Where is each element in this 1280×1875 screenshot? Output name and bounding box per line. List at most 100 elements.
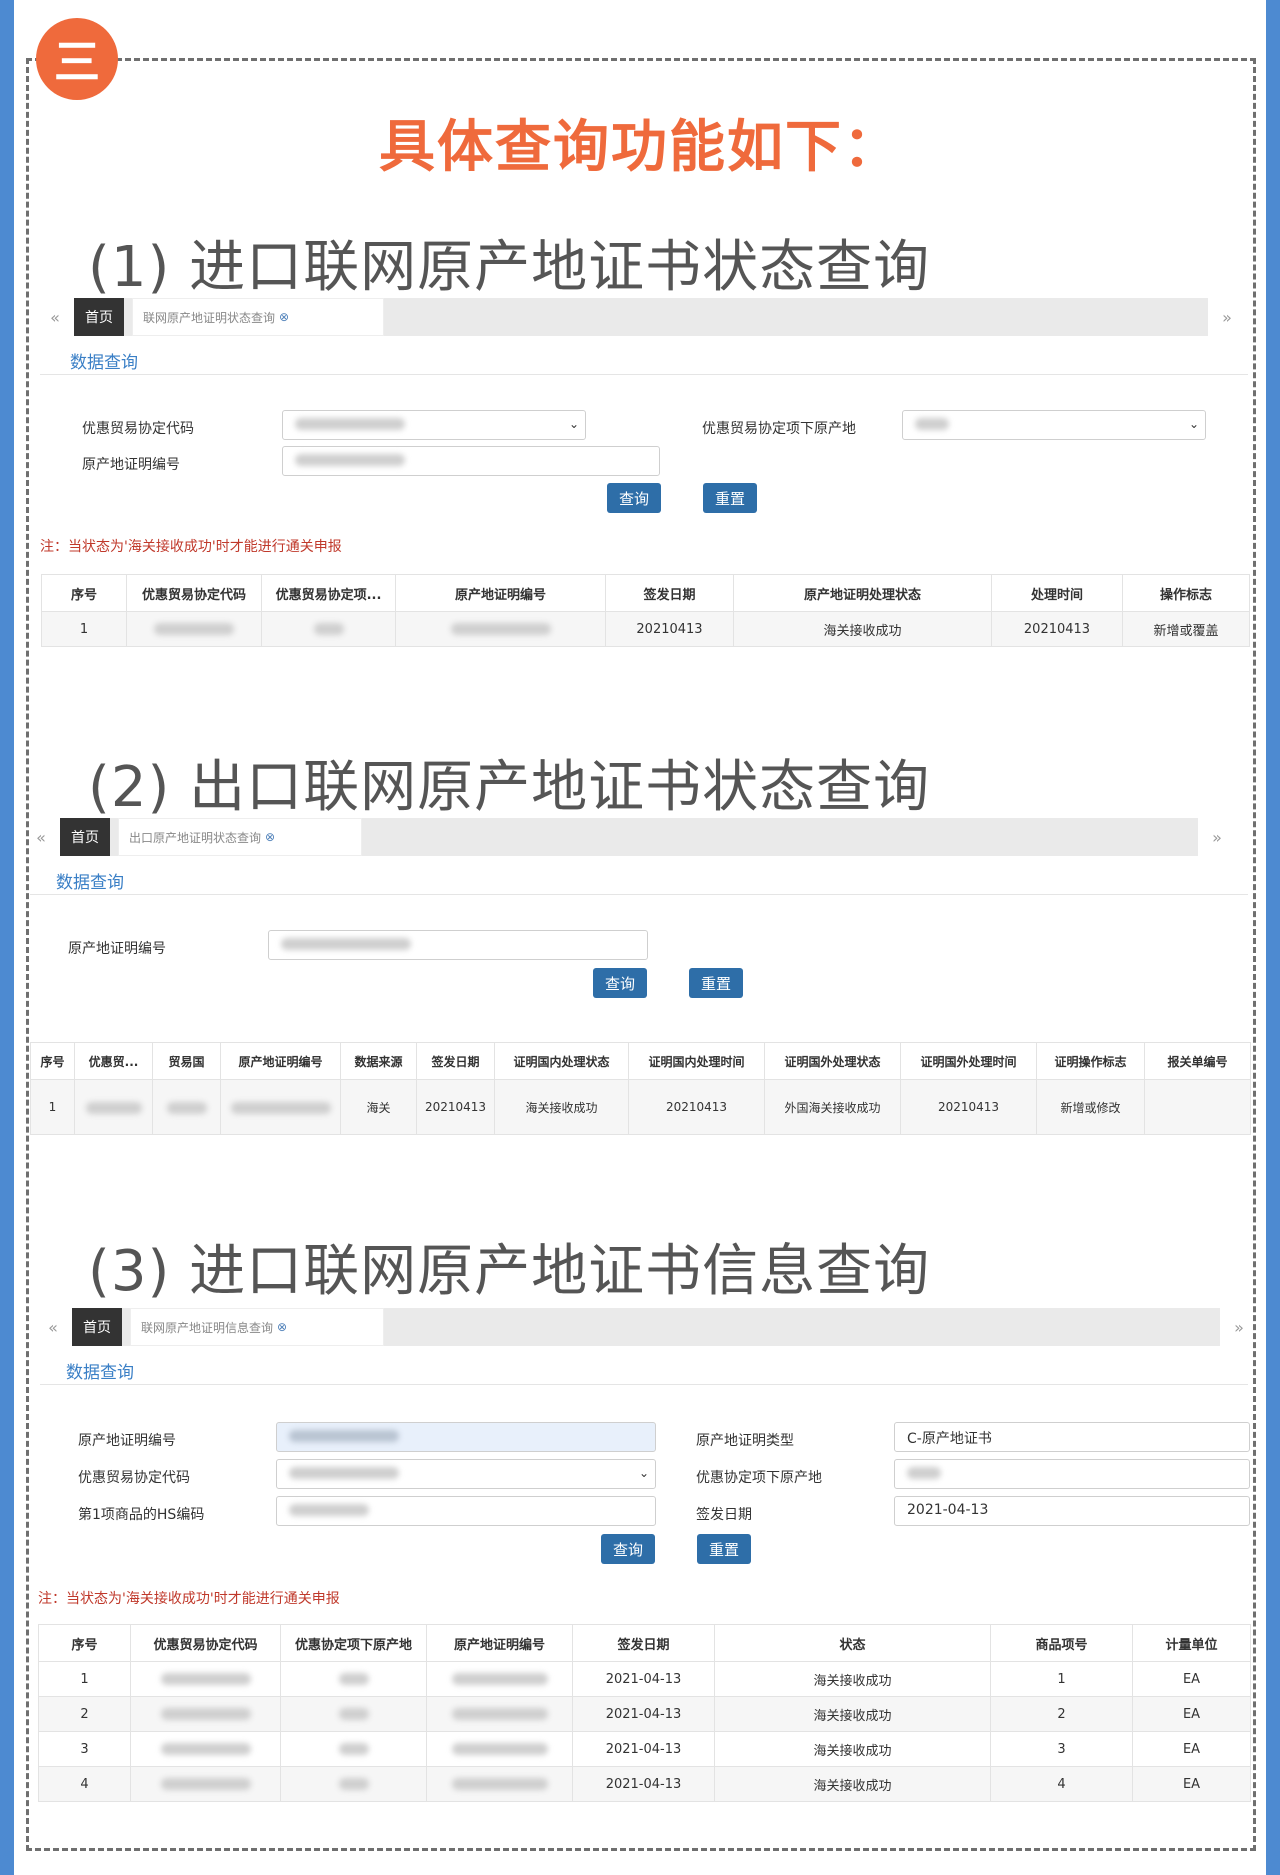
chevron-down-icon: ⌄ [1188, 417, 1199, 431]
tab-page-import-info[interactable]: 联网原产地证明信息查询 ⊗ [130, 1308, 384, 1346]
cell-status: 海关接收成功 [714, 1766, 991, 1802]
table-row[interactable]: 2 2021-04-13 海关接收成功 2 EA [38, 1696, 1251, 1732]
table-row[interactable]: 1 2021-04-13 海关接收成功 1 EA [38, 1661, 1251, 1697]
reset-button[interactable]: 重置 [703, 483, 757, 513]
column-header: 原产地证明处理状态 [733, 574, 992, 612]
query-button[interactable]: 查询 [593, 968, 647, 998]
cell-no: 2 [38, 1696, 131, 1732]
origin-under-label: 优惠协定项下原产地 [696, 1470, 822, 1486]
cell-no: 3 [38, 1731, 131, 1767]
data-query-link[interactable]: 数据查询 [70, 348, 138, 373]
column-header: 处理时间 [991, 574, 1123, 612]
cell-blurred [426, 1766, 573, 1802]
step-badge: 三 [36, 18, 118, 100]
hs-code-label: 第1项商品的HS编码 [78, 1507, 205, 1523]
cert-no-label: 原产地证明编号 [82, 457, 180, 473]
tab-prev-icon[interactable]: « [42, 1318, 64, 1337]
tab-prev-icon[interactable]: « [44, 308, 66, 327]
cell-blurred [280, 1696, 427, 1732]
cell-unit: EA [1132, 1661, 1251, 1697]
tab-home[interactable]: 首页 [60, 818, 110, 856]
section1-title: (1) 进口联网原产地证书状态查询 [88, 235, 931, 300]
cell-status: 海关接收成功 [714, 1696, 991, 1732]
cell-dom-time: 20210413 [628, 1079, 765, 1135]
tab-bar: 首页 联网原产地证明信息查询 ⊗ [72, 1308, 1220, 1346]
tab-page-export-status[interactable]: 出口原产地证明状态查询 ⊗ [118, 818, 362, 856]
tab-bar: 首页 出口原产地证明状态查询 ⊗ [60, 818, 1198, 856]
column-header: 商品项号 [990, 1624, 1133, 1662]
column-header: 优惠协定项下原产地 [280, 1624, 427, 1662]
cell-for-status: 外国海关接收成功 [764, 1079, 901, 1135]
cell-time: 20210413 [991, 611, 1123, 647]
cell-unit: EA [1132, 1696, 1251, 1732]
column-header: 序号 [38, 1624, 131, 1662]
cell-blurred [261, 611, 396, 647]
tab-next-icon[interactable]: » [1228, 1318, 1250, 1337]
column-header: 优惠贸... [74, 1042, 153, 1080]
cell-blurred [74, 1079, 153, 1135]
origin-under-agreement-select[interactable]: ⌄ [902, 410, 1206, 440]
cell-dom-status: 海关接收成功 [494, 1079, 629, 1135]
cell-sign-date: 20210413 [416, 1079, 495, 1135]
table-row[interactable]: 1 20210413 海关接收成功 20210413 新增或覆盖 [41, 611, 1250, 647]
cell-blurred [280, 1766, 427, 1802]
query-button[interactable]: 查询 [607, 483, 661, 513]
column-header: 证明国外处理状态 [764, 1042, 901, 1080]
tab-next-icon[interactable]: » [1216, 308, 1238, 327]
tab-home[interactable]: 首页 [72, 1308, 122, 1346]
tab-next-icon[interactable]: » [1206, 828, 1228, 847]
table-row[interactable]: 4 2021-04-13 海关接收成功 4 EA [38, 1766, 1251, 1802]
cell-status: 海关接收成功 [733, 611, 992, 647]
sign-date-input[interactable]: 2021-04-13 [894, 1496, 1250, 1526]
column-header: 操作标志 [1122, 574, 1250, 612]
column-header: 数据来源 [340, 1042, 417, 1080]
divider [30, 894, 1248, 895]
agreement-code-select[interactable]: ⌄ [276, 1459, 656, 1489]
column-header: 证明操作标志 [1036, 1042, 1145, 1080]
hs-code-input[interactable] [276, 1496, 656, 1526]
cell-blurred [152, 1079, 221, 1135]
cert-no-input[interactable] [268, 930, 648, 960]
cell-blurred [130, 1766, 281, 1802]
cert-no-input[interactable] [282, 446, 660, 476]
column-header: 证明国内处理状态 [494, 1042, 629, 1080]
close-icon[interactable]: ⊗ [279, 310, 289, 324]
cell-blurred [280, 1661, 427, 1697]
table-header-row: 序号 优惠贸易协定代码 优惠贸易协定项... 原产地证明编号 签发日期 原产地证… [41, 574, 1250, 612]
cell-date: 2021-04-13 [572, 1696, 715, 1732]
close-icon[interactable]: ⊗ [277, 1320, 287, 1334]
query-button[interactable]: 查询 [601, 1534, 655, 1564]
column-header: 原产地证明编号 [426, 1624, 573, 1662]
tab-bar: 首页 联网原产地证明状态查询 ⊗ [74, 298, 1208, 336]
cell-item: 4 [990, 1766, 1133, 1802]
agreement-code-select[interactable]: ⌄ [282, 410, 586, 440]
cell-no: 1 [30, 1079, 75, 1135]
column-header: 签发日期 [605, 574, 734, 612]
close-icon[interactable]: ⊗ [265, 830, 275, 844]
column-header: 序号 [41, 574, 127, 612]
tab-page-label: 联网原产地证明信息查询 [141, 1320, 274, 1335]
tab-home[interactable]: 首页 [74, 298, 124, 336]
table-row[interactable]: 1 海关 20210413 海关接收成功 20210413 外国海关接收成功 2… [30, 1079, 1251, 1135]
cell-date: 2021-04-13 [572, 1731, 715, 1767]
cell-blurred [426, 1661, 573, 1697]
data-query-link[interactable]: 数据查询 [56, 868, 124, 893]
chevron-down-icon: ⌄ [568, 417, 579, 431]
status-note: 注：当状态为'海关接收成功'时才能进行通关申报 [40, 539, 342, 555]
cert-type-input[interactable]: C-原产地证书 [894, 1422, 1250, 1452]
tab-page-label: 联网原产地证明状态查询 [143, 310, 276, 325]
data-query-link[interactable]: 数据查询 [66, 1358, 134, 1383]
cert-no-input[interactable] [276, 1422, 656, 1452]
tab-page-import-status[interactable]: 联网原产地证明状态查询 ⊗ [132, 298, 384, 336]
reset-button[interactable]: 重置 [689, 968, 743, 998]
table-row[interactable]: 3 2021-04-13 海关接收成功 3 EA [38, 1731, 1251, 1767]
tab-prev-icon[interactable]: « [30, 828, 52, 847]
cell-item: 2 [990, 1696, 1133, 1732]
cell-status: 海关接收成功 [714, 1661, 991, 1697]
reset-button[interactable]: 重置 [697, 1534, 751, 1564]
cell-sign-date: 20210413 [605, 611, 734, 647]
cell-status: 海关接收成功 [714, 1731, 991, 1767]
cert-type-label: 原产地证明类型 [696, 1433, 794, 1449]
origin-under-input[interactable] [894, 1459, 1250, 1489]
agreement-code-label: 优惠贸易协定代码 [78, 1470, 190, 1486]
